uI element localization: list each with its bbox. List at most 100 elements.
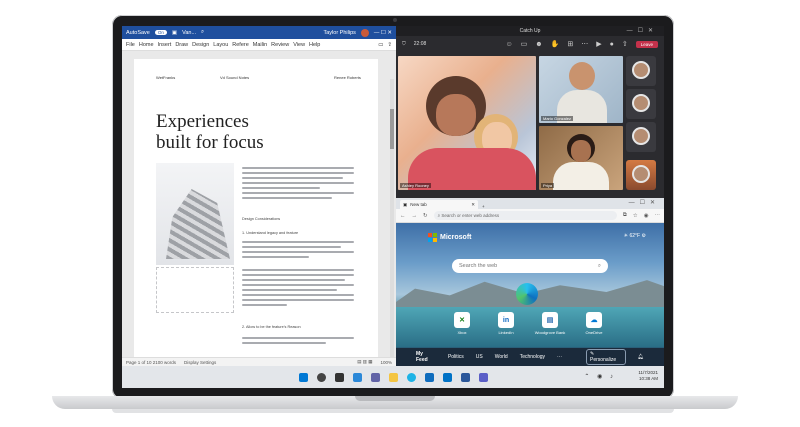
widgets-icon[interactable] <box>352 372 362 382</box>
meeting-time: 22:08 <box>413 41 427 47</box>
search-icon[interactable]: ⌕ <box>598 263 601 270</box>
new-tab-icon[interactable]: + <box>482 204 485 209</box>
notifications-icon[interactable]: 🔔︎ <box>638 354 644 360</box>
document-page[interactable]: WetFranks Vd Sound Notes Renee Roberts E… <box>134 59 378 357</box>
new-tab-page: Microsoft ☀ 62°F ⚙ Search the web ⌕ ✕ Xbo… <box>396 223 664 366</box>
edge-window: ▣ New tab ✕ + —☐✕ ← → ↻ ⌕ Search or ente… <box>396 198 664 366</box>
tab-draw[interactable]: Draw <box>175 42 188 48</box>
people-icon[interactable]: ☺ <box>505 41 512 48</box>
file-explorer-icon[interactable] <box>388 372 398 382</box>
quick-link-label: OneDrive <box>585 330 603 335</box>
word-icon[interactable] <box>460 372 470 382</box>
tab-home[interactable]: Home <box>139 42 154 48</box>
collections-icon[interactable]: ⧉ <box>623 212 627 219</box>
autosave-toggle[interactable]: On <box>154 30 167 35</box>
save-icon[interactable]: ▣ <box>172 30 177 36</box>
window-controls[interactable]: —☐✕ <box>629 199 660 206</box>
tab-design[interactable]: Design <box>192 42 209 48</box>
user-avatar[interactable] <box>360 28 369 37</box>
teams-icon[interactable] <box>370 372 380 382</box>
tab-help[interactable]: Help <box>309 42 320 48</box>
start-icon[interactable] <box>298 372 308 382</box>
address-input[interactable]: ⌕ Search or enter web address <box>433 211 617 220</box>
clock[interactable]: 11/7/2021 10:38 AM <box>638 370 658 382</box>
search-icon[interactable] <box>316 372 326 382</box>
cloud-icon: ☁ <box>586 312 602 328</box>
raise-hand-icon[interactable]: ✋ <box>551 40 560 48</box>
forward-icon[interactable]: → <box>412 213 418 219</box>
feed-tab-world[interactable]: World <box>495 354 508 360</box>
leave-button[interactable]: Leave <box>635 40 658 48</box>
video-tile-3[interactable]: Priya <box>539 126 623 190</box>
back-icon[interactable]: ← <box>400 213 406 219</box>
tab-file[interactable]: File <box>126 42 135 48</box>
document-name[interactable]: Van... <box>182 30 196 36</box>
tab-view[interactable]: View <box>293 42 305 48</box>
profile-icon[interactable]: ◉ <box>644 213 649 219</box>
tab-references[interactable]: Refere <box>232 42 249 48</box>
mic-icon[interactable]: ● <box>610 41 614 48</box>
tab-mailings[interactable]: Mailin <box>253 42 267 48</box>
favorites-icon[interactable]: ☆ <box>633 213 638 219</box>
temperature: 62°F <box>629 233 641 239</box>
participant-avatar[interactable] <box>626 160 656 190</box>
participant-avatar[interactable] <box>626 122 656 152</box>
reactions-icon[interactable]: ☻ <box>535 41 542 48</box>
quick-link-linkedin[interactable]: in LinkedIn <box>492 312 520 335</box>
tab-insert[interactable]: Insert <box>158 42 172 48</box>
window-controls[interactable]: — ☐ ✕ <box>374 30 392 36</box>
tab-icon: ▣ <box>403 201 408 207</box>
share-screen-icon[interactable]: ⇧ <box>622 40 628 48</box>
participant-avatar[interactable] <box>626 89 656 119</box>
quick-link-onedrive[interactable]: ☁ OneDrive <box>580 312 608 335</box>
close-icon[interactable]: ✕ <box>471 202 475 208</box>
comments-icon[interactable]: ▭ <box>378 42 383 48</box>
weather-widget[interactable]: ☀ 62°F ⚙ <box>624 233 646 239</box>
quick-link-xbox[interactable]: ✕ Xbox <box>448 312 476 335</box>
camera-icon[interactable]: ▶ <box>596 40 601 48</box>
feed-tab-technology[interactable]: Technology <box>520 354 545 360</box>
store-icon[interactable] <box>424 372 434 382</box>
word-count: Page 1 of 10 2100 words <box>126 359 177 365</box>
search-icon[interactable]: ⌕ <box>201 29 204 36</box>
rooms-icon[interactable]: ⊞ <box>567 40 573 48</box>
web-search-input[interactable]: Search the web ⌕ <box>452 259 608 273</box>
building-shape <box>166 189 230 259</box>
view-icons[interactable]: ▤ ▥ ▦ <box>357 359 372 365</box>
document-canvas[interactable]: WetFranks Vd Sound Notes Renee Roberts E… <box>122 51 396 379</box>
bank-icon: ▤ <box>542 312 558 328</box>
personalize-button[interactable]: ✎ Personalize <box>586 349 626 365</box>
feed-tab-us[interactable]: US <box>476 354 483 360</box>
video-tile-2[interactable]: Mario Gonzalez <box>539 56 623 123</box>
feed-tab-politics[interactable]: Politics <box>448 354 464 360</box>
zoom-level[interactable]: 100% <box>380 360 392 365</box>
title-line-2: built for focus <box>156 132 264 153</box>
more-icon[interactable]: ⋯ <box>581 40 588 48</box>
feed-more[interactable]: ··· <box>557 354 562 360</box>
tab-layout[interactable]: Layou <box>213 42 228 48</box>
tab-new-tab[interactable]: ▣ New tab ✕ <box>400 200 478 209</box>
menu-icon[interactable]: ⋯ <box>655 213 661 219</box>
display-settings[interactable]: Display Settings <box>184 360 216 365</box>
teams-app-icon[interactable] <box>478 372 488 382</box>
share-icon[interactable]: ⇪ <box>387 42 392 48</box>
edge-icon[interactable] <box>406 372 416 382</box>
chat-icon[interactable]: ▭ <box>521 40 528 48</box>
window-controls[interactable]: —☐✕ <box>627 27 658 34</box>
section-heading-1: Design Considerations <box>242 217 281 221</box>
task-view-icon[interactable] <box>334 372 344 382</box>
feed-tab-myfeed[interactable]: My Feed <box>416 351 436 363</box>
user-name[interactable]: Taylor Philips <box>323 30 355 36</box>
sketch-image <box>156 267 234 313</box>
linkedin-icon: in <box>498 312 514 328</box>
system-tray-icons[interactable]: ⌃ ◉ ♪ <box>584 373 616 380</box>
clock-time: 10:38 AM <box>638 376 658 381</box>
mail-icon[interactable] <box>442 372 452 382</box>
participant-name: Ashley Rooney <box>400 183 431 188</box>
tab-review[interactable]: Review <box>271 42 289 48</box>
participant-avatar[interactable] <box>626 56 656 86</box>
video-tile-main[interactable]: Ashley Rooney <box>398 56 536 190</box>
vertical-scrollbar[interactable] <box>390 79 394 379</box>
refresh-icon[interactable]: ↻ <box>423 213 428 219</box>
quick-link-woodgrove[interactable]: ▤ Woodgrove Bank <box>535 312 565 335</box>
